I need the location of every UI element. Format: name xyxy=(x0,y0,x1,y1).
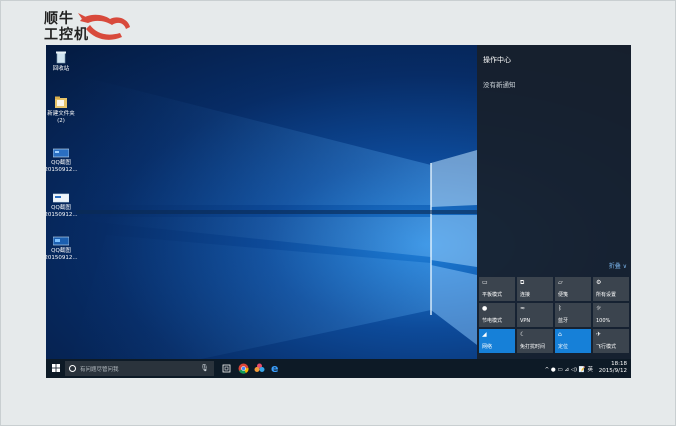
tile-brightness[interactable]: ☼ 100% xyxy=(593,303,629,327)
no-notifications-text: 没有新通知 xyxy=(483,81,516,89)
tray-icons[interactable]: ^ ● ▭ ⊿ ◁) 📝 英 xyxy=(545,365,593,373)
tile-label: 免打扰时间 xyxy=(520,344,546,350)
folder-icon xyxy=(55,96,67,108)
bull-logo-icon xyxy=(78,13,130,40)
desktop-icon-label: 新建文件夹 (2) xyxy=(47,111,75,124)
edge-browser-icon[interactable]: e xyxy=(271,363,278,374)
desktop-icon-label: QQ截图 20150912... xyxy=(46,248,78,261)
tile-label: 飞行模式 xyxy=(596,344,617,350)
tile-label: 100% xyxy=(596,318,611,324)
network-icon: ◢ xyxy=(482,331,487,338)
tile-bluetooth[interactable]: ᛒ 蓝牙 xyxy=(555,303,591,327)
airplane-icon: ✈ xyxy=(596,331,602,338)
brand-logo: 顺牛 工控机 xyxy=(44,11,134,45)
tile-label: 所有设置 xyxy=(596,292,617,298)
task-view-icon[interactable] xyxy=(222,363,231,374)
taskbar: 有问题尽管问我 🎙 e ^ ● ▭ ⊿ ◁) 📝 英 18:18 2015/9/… xyxy=(46,359,631,378)
logo-line-1: 顺牛 xyxy=(44,11,74,27)
gear-icon: ⚙ xyxy=(596,279,602,286)
tile-label: 连接 xyxy=(520,292,531,298)
note-icon: ▱ xyxy=(558,279,563,286)
tile-location[interactable]: ⌂ 定位 xyxy=(555,329,591,353)
location-icon: ⌂ xyxy=(558,331,562,338)
tile-label: 网络 xyxy=(482,344,493,350)
tile-network[interactable]: ◢ 网络 xyxy=(479,329,515,353)
tile-label: 蓝牙 xyxy=(558,318,569,324)
collapse-link[interactable]: 折叠 ∨ xyxy=(609,261,627,270)
desktop-icon-screenshot-3[interactable]: QQ截图 20150912... xyxy=(46,236,81,262)
microphone-icon[interactable]: 🎙 xyxy=(200,364,209,372)
desktop-icon-screenshot-2[interactable]: QQ截图 20150912... xyxy=(46,193,81,219)
vpn-icon: ≈ xyxy=(520,305,526,312)
tile-tablet-mode[interactable]: ▭ 平板模式 xyxy=(479,277,515,301)
tile-label: 定位 xyxy=(558,344,569,350)
search-box[interactable]: 有问题尽管问我 🎙 xyxy=(65,361,214,376)
tile-airplane-mode[interactable]: ✈ 飞行模式 xyxy=(593,329,629,353)
screenshot-file-icon xyxy=(53,148,69,158)
connect-icon: ⧉ xyxy=(520,279,525,286)
clock[interactable]: 18:18 2015/9/12 xyxy=(599,361,627,375)
clock-time: 18:18 xyxy=(611,361,627,367)
tile-label: 平板模式 xyxy=(482,292,503,298)
tile-vpn[interactable]: ≈ VPN xyxy=(517,303,553,327)
windows-start-icon[interactable] xyxy=(52,364,60,372)
screenshot-file-icon xyxy=(53,193,69,203)
cortana-circle-icon xyxy=(69,365,76,372)
tile-note[interactable]: ▱ 便笺 xyxy=(555,277,591,301)
desktop-icon-screenshot-1[interactable]: QQ截图 20150912... xyxy=(46,148,81,174)
desktop-icon-new-folder[interactable]: 新建文件夹 (2) xyxy=(46,95,81,125)
desktop-icon-recycle-bin[interactable]: 回收站 xyxy=(46,50,81,73)
brightness-icon: ☼ xyxy=(596,305,602,312)
app-flower-icon[interactable] xyxy=(254,363,265,374)
desktop-icon-label: 回收站 xyxy=(52,66,70,72)
tile-label: 便笺 xyxy=(558,292,569,298)
clock-date: 2015/9/12 xyxy=(598,368,627,374)
tile-battery-saver[interactable]: ● 节电模式 xyxy=(479,303,515,327)
chrome-icon[interactable] xyxy=(238,363,249,374)
action-center-panel: 操作中心 没有新通知 折叠 ∨ ▭ 平板模式 ⧉ 连接 ▱ 便笺 ⚙ 所有设置 … xyxy=(477,45,631,359)
windows-desktop: 回收站 新建文件夹 (2) QQ截图 20150912... QQ截图 2015… xyxy=(46,45,631,378)
tile-label: VPN xyxy=(520,318,531,324)
desktop-icon-label: QQ截图 20150912... xyxy=(46,205,78,218)
tile-label: 节电模式 xyxy=(482,318,503,324)
desktop-icon-label: QQ截图 20150912... xyxy=(46,160,78,173)
search-placeholder: 有问题尽管问我 xyxy=(80,367,119,373)
tablet-mode-icon: ▭ xyxy=(482,279,488,286)
battery-saver-icon: ● xyxy=(482,305,488,312)
recycle-bin-icon xyxy=(56,51,66,64)
tile-connect[interactable]: ⧉ 连接 xyxy=(517,277,553,301)
tile-all-settings[interactable]: ⚙ 所有设置 xyxy=(593,277,629,301)
quiet-hours-icon: ☾ xyxy=(520,331,526,338)
action-center-title: 操作中心 xyxy=(483,56,511,64)
tile-quiet-hours[interactable]: ☾ 免打扰时间 xyxy=(517,329,553,353)
screenshot-file-icon xyxy=(53,236,69,246)
bluetooth-icon: ᛒ xyxy=(558,305,562,312)
